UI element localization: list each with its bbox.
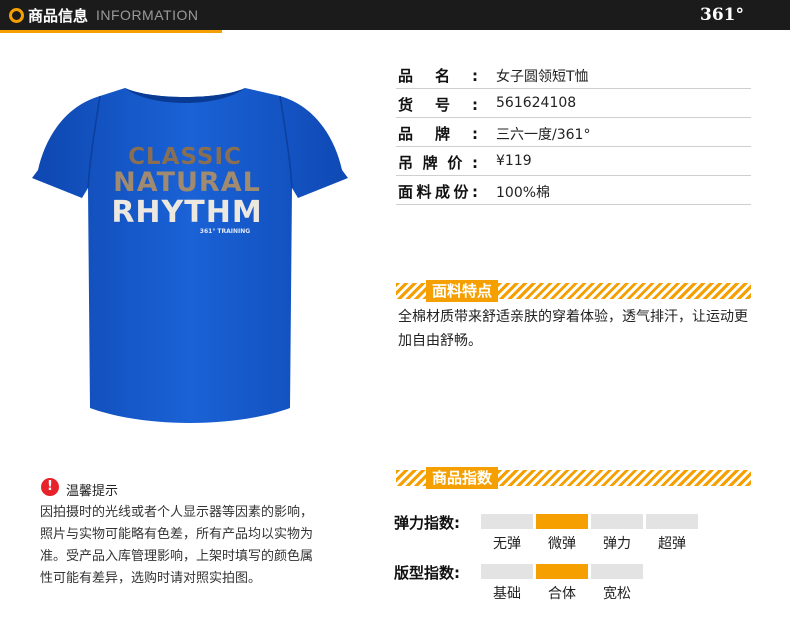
- spec-row-sku: 货号: 561624108: [396, 89, 751, 118]
- spec-value: 561624108: [496, 95, 577, 111]
- section-header: 商品信息 INFORMATION 361°: [0, 0, 790, 33]
- notice-title: 温馨提示: [66, 484, 119, 499]
- elasticity-cell: [646, 514, 698, 529]
- fit-option: 基础: [493, 586, 521, 602]
- index-title: 商品指数: [426, 467, 499, 489]
- spec-value: ¥119: [496, 153, 532, 169]
- spec-table: 品名: 女子圆领短T恤 货号: 561624108 品牌: 三六一度/361° …: [396, 60, 751, 205]
- product-image: CLASSIC NATURAL RHYTHM 361° TRAINING: [32, 88, 348, 423]
- fit-cell: [481, 564, 533, 579]
- elasticity-option: 弹力: [603, 536, 631, 552]
- spec-label: 品牌:: [398, 125, 478, 143]
- index-banner: 商品指数: [396, 467, 751, 489]
- fit-option: 合体: [548, 586, 576, 602]
- section-title: 商品信息: [28, 7, 89, 25]
- print-line-2: NATURAL: [113, 167, 261, 198]
- spec-label: 品名:: [398, 67, 478, 85]
- elasticity-cell: [591, 514, 643, 529]
- fabric-banner: 面料特点: [396, 280, 751, 302]
- notice-text: 因拍摄时的光线或者个人显示器等因素的影响，照片与实物可能略有色差，所有产品均以实…: [40, 505, 314, 586]
- elasticity-option: 微弹: [548, 536, 576, 552]
- fit-cell: [591, 564, 643, 579]
- fit-option: 宽松: [603, 586, 631, 602]
- spec-value: 三六一度/361°: [496, 127, 591, 143]
- print-line-3: RHYTHM: [111, 195, 262, 230]
- fit-cell-selected: [536, 564, 588, 579]
- spec-value: 女子圆领短T恤: [496, 69, 589, 85]
- elasticity-cell: [481, 514, 533, 529]
- tshirt-body: [32, 88, 348, 423]
- spec-row-brand: 品牌: 三六一度/361°: [396, 118, 751, 147]
- circle-bullet-icon: [9, 8, 24, 23]
- spec-label: 货号:: [398, 96, 478, 114]
- elasticity-cell-selected: [536, 514, 588, 529]
- section-subtitle: INFORMATION: [96, 7, 199, 23]
- fit-label: 版型指数:: [394, 564, 460, 582]
- spec-row-price: 吊牌价: ¥119: [396, 147, 751, 176]
- spec-row-material: 面料成份: 100%棉: [396, 176, 751, 205]
- elasticity-label: 弹力指数:: [394, 514, 460, 532]
- elasticity-option: 超弹: [658, 536, 686, 552]
- fabric-description: 全棉材质带来舒适亲肤的穿着体验，透气排汗，让运动更加自由舒畅。: [398, 309, 748, 349]
- spec-label: 吊牌价:: [398, 154, 478, 172]
- fabric-title: 面料特点: [426, 280, 499, 302]
- elasticity-option: 无弹: [493, 536, 521, 552]
- spec-row-name: 品名: 女子圆领短T恤: [396, 60, 751, 89]
- spec-value: 100%棉: [496, 185, 551, 201]
- exclamation-icon: !: [41, 478, 59, 496]
- print-tag: 361° TRAINING: [200, 228, 250, 235]
- brand-logo: 361°: [700, 5, 744, 25]
- header-accent-line: [0, 30, 222, 33]
- spec-label: 面料成份:: [398, 183, 478, 201]
